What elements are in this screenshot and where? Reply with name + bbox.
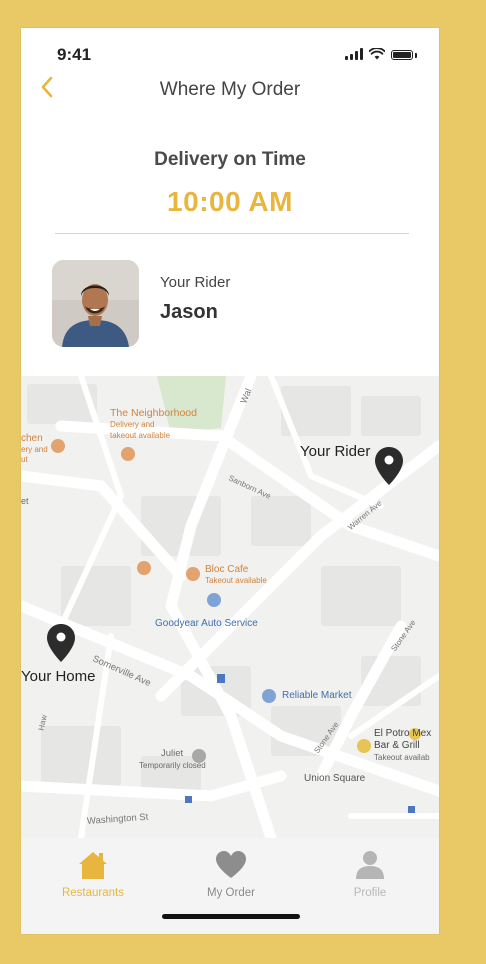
place-reliable-market: Reliable Market (282, 690, 352, 701)
status-time: 9:41 (57, 45, 92, 64)
heart-icon (216, 851, 246, 878)
tab-profile-label: Profile (353, 887, 387, 899)
phone-screen: 9:41 Where My Order Delivery on Time 10:… (21, 28, 439, 934)
place-neighborhood-sub2: takeout available (110, 431, 171, 440)
place-bloc-cafe: Bloc Cafe (205, 564, 249, 575)
place-neighborhood: The Neighborhood (110, 407, 197, 419)
tab-restaurants-label: Restaurants (61, 887, 124, 899)
delivery-map[interactable]: The Neighborhood Delivery and takeout av… (21, 376, 439, 838)
home-indicator (162, 914, 300, 919)
place-juliet-sub: Temporarily closed (139, 761, 206, 770)
tab-restaurants[interactable]: Restaurants (48, 850, 138, 899)
place-kitchen-sub2: ut (21, 455, 28, 464)
place-juliet: Juliet (161, 748, 184, 759)
place-kitchen: chen (21, 433, 43, 444)
wifi-icon (369, 48, 385, 60)
battery-icon (391, 50, 413, 60)
place-el-potro-2: Bar & Grill (374, 740, 420, 751)
delivery-label: Delivery on Time (154, 149, 306, 170)
place-bloc-sub: Takeout available (205, 576, 267, 585)
status-icons (345, 48, 417, 60)
place-union-square: Union Square (304, 773, 366, 784)
place-el-potro-sub: Takeout availab (374, 753, 430, 762)
place-kitchen-sub1: ery and (21, 445, 48, 454)
tab-bar: Restaurants My Order Profile (21, 838, 439, 934)
home-location-pin-icon[interactable] (46, 623, 76, 663)
tab-my-order-label: My Order (207, 887, 255, 899)
place-el-potro: El Potro Mex (374, 728, 432, 739)
rider-label: Your Rider (160, 274, 231, 291)
signal-icon (345, 48, 363, 60)
rider-pin-label: Your Rider (300, 443, 371, 460)
house-icon (79, 852, 107, 879)
tab-my-order[interactable]: My Order (186, 850, 276, 899)
person-icon (356, 851, 384, 879)
rider-name: Jason (160, 301, 218, 323)
rider-location-pin-icon[interactable] (374, 446, 404, 486)
place-neighborhood-sub1: Delivery and (110, 420, 155, 429)
rider-avatar (52, 260, 139, 347)
delivery-time: 10:00 AM (167, 186, 293, 217)
map-edge-text: et (21, 496, 29, 506)
tab-profile[interactable]: Profile (325, 850, 415, 899)
home-pin-label: Your Home (21, 668, 96, 685)
divider (55, 233, 409, 234)
place-goodyear: Goodyear Auto Service (155, 618, 258, 629)
page-title: Where My Order (159, 79, 301, 100)
